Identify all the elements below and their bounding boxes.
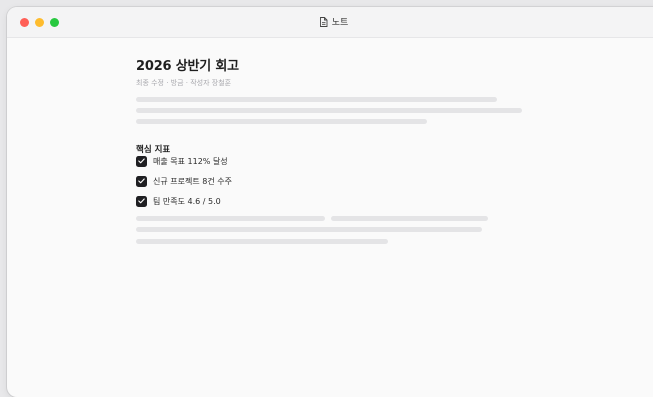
app-window: 노트 2026 상반기 회고 최종 수정 · 방금 · 작성자 장철훈 핵심 지… bbox=[7, 7, 653, 397]
placeholder-line bbox=[136, 227, 482, 232]
placeholder-line bbox=[136, 108, 522, 113]
placeholder-line bbox=[331, 216, 488, 221]
checkmark-icon bbox=[138, 198, 145, 204]
note-meta: 최종 수정 · 방금 · 작성자 장철훈 bbox=[136, 79, 232, 87]
placeholder-line bbox=[136, 97, 497, 102]
checklist-item[interactable]: 팀 만족도 4.6 / 5.0 bbox=[136, 195, 221, 207]
title-bar: 노트 bbox=[7, 7, 653, 38]
note-header: 2026 상반기 회고 최종 수정 · 방금 · 작성자 장철훈 bbox=[136, 55, 536, 88]
placeholder-line bbox=[136, 119, 427, 124]
placeholder-line bbox=[136, 239, 388, 244]
checkmark-icon bbox=[138, 158, 145, 164]
note-title[interactable]: 2026 상반기 회고 bbox=[136, 55, 536, 74]
checkbox[interactable] bbox=[136, 155, 147, 167]
placeholder-line bbox=[136, 216, 325, 221]
checkbox[interactable] bbox=[136, 195, 147, 207]
document-icon bbox=[319, 17, 328, 30]
checkbox[interactable] bbox=[136, 175, 147, 187]
checkmark-icon bbox=[138, 178, 145, 184]
checklist-item[interactable]: 신규 프로젝트 8건 수주 bbox=[136, 175, 232, 187]
checklist-item[interactable]: 매출 목표 112% 달성 bbox=[136, 155, 228, 167]
window-title: 노트 bbox=[7, 15, 653, 30]
checklist-label: 팀 만족도 4.6 / 5.0 bbox=[153, 196, 221, 206]
window-title-text: 노트 bbox=[331, 18, 349, 28]
section-heading: 핵심 지표 bbox=[136, 145, 171, 155]
checklist-label: 신규 프로젝트 8건 수주 bbox=[153, 176, 232, 186]
checklist-label: 매출 목표 112% 달성 bbox=[153, 156, 228, 166]
